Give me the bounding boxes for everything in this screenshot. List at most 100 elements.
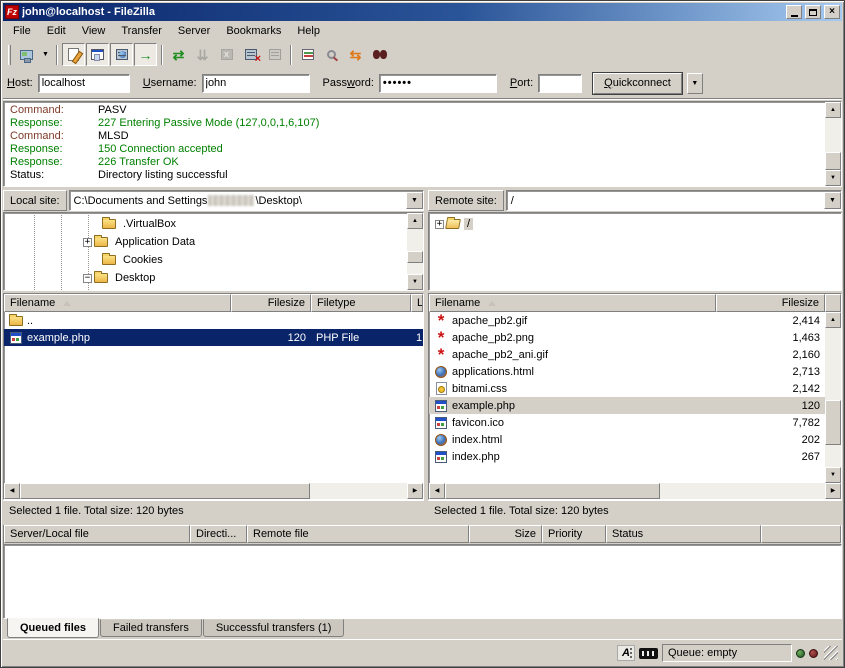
queue-column-size[interactable]: Size bbox=[469, 525, 542, 543]
reconnect-button[interactable] bbox=[263, 43, 286, 66]
remote-column-filesize[interactable]: Filesize bbox=[716, 294, 825, 312]
local-column-filesize[interactable]: Filesize bbox=[231, 294, 311, 312]
local-tree-vertical-scrollbar[interactable]: ▲ ▼ bbox=[407, 213, 423, 290]
menu-bookmarks[interactable]: Bookmarks bbox=[218, 23, 289, 39]
scroll-up-icon[interactable]: ▲ bbox=[825, 102, 841, 118]
queue-column-remote-file[interactable]: Remote file bbox=[247, 525, 469, 543]
remote-file-row[interactable]: *apache_pb2.gif 2,414 bbox=[429, 312, 825, 329]
quickconnect-button[interactable]: Quickconnect bbox=[593, 73, 682, 94]
tab-queued-files[interactable]: Queued files bbox=[7, 618, 99, 638]
remote-vertical-scrollbar[interactable]: ▲ ▼ bbox=[825, 312, 841, 483]
tree-item-root[interactable]: + / bbox=[429, 215, 841, 233]
log-text: Directory listing successful bbox=[98, 169, 228, 182]
menu-edit[interactable]: Edit bbox=[39, 23, 74, 39]
folder-icon bbox=[94, 237, 108, 247]
scroll-thumb[interactable] bbox=[445, 483, 660, 499]
remote-file-row[interactable]: *apache_pb2.png 1,463 bbox=[429, 329, 825, 346]
remote-site-dropdown-button[interactable]: ▼ bbox=[824, 192, 841, 209]
local-column-filename[interactable]: Filename bbox=[4, 294, 231, 312]
queue-column-status[interactable]: Status bbox=[606, 525, 761, 543]
queue-column-direction[interactable]: Directi... bbox=[190, 525, 247, 543]
filter-button[interactable] bbox=[296, 43, 319, 66]
scroll-thumb[interactable] bbox=[825, 400, 841, 445]
menu-file[interactable]: File bbox=[5, 23, 39, 39]
tree-item-application-data[interactable]: + Application Data bbox=[4, 233, 407, 251]
tree-item-desktop[interactable]: − Desktop bbox=[4, 269, 407, 287]
port-input[interactable] bbox=[538, 74, 582, 93]
local-file-row-example-php[interactable]: example.php 120 PHP File 1 bbox=[4, 329, 423, 346]
resize-grip[interactable] bbox=[824, 646, 838, 660]
scroll-right-icon[interactable]: ▶ bbox=[407, 483, 423, 499]
toolbar-grip[interactable] bbox=[8, 45, 11, 65]
menu-bar: File Edit View Transfer Server Bookmarks… bbox=[3, 21, 842, 41]
local-column-last-modified[interactable]: L bbox=[411, 294, 423, 312]
scroll-up-icon[interactable]: ▲ bbox=[407, 213, 423, 229]
local-column-filetype[interactable]: Filetype bbox=[311, 294, 411, 312]
scroll-left-icon[interactable]: ◀ bbox=[4, 483, 20, 499]
menu-server[interactable]: Server bbox=[170, 23, 218, 39]
collapse-minus-icon[interactable]: − bbox=[83, 274, 92, 283]
maximize-button[interactable] bbox=[805, 5, 821, 19]
remote-horizontal-scrollbar[interactable]: ◀ ▶ bbox=[429, 483, 841, 499]
scroll-left-icon[interactable]: ◀ bbox=[429, 483, 445, 499]
tab-failed-transfers[interactable]: Failed transfers bbox=[100, 619, 202, 637]
password-input[interactable] bbox=[379, 74, 497, 93]
log-vertical-scrollbar[interactable]: ▲ ▼ bbox=[825, 102, 841, 186]
scroll-down-icon[interactable]: ▼ bbox=[825, 467, 841, 483]
local-site-dropdown-button[interactable]: ▼ bbox=[406, 192, 423, 209]
remote-file-row[interactable]: applications.html 2,713 bbox=[429, 363, 825, 380]
local-horizontal-scrollbar[interactable]: ◀ ▶ bbox=[4, 483, 423, 499]
menu-transfer[interactable]: Transfer bbox=[113, 23, 170, 39]
remote-column-filename[interactable]: Filename bbox=[429, 294, 716, 312]
toggle-transfer-queue-button[interactable]: → bbox=[134, 43, 157, 66]
expand-plus-icon[interactable]: + bbox=[435, 220, 444, 229]
host-input[interactable] bbox=[38, 74, 130, 93]
scroll-down-icon[interactable]: ▼ bbox=[825, 170, 841, 186]
scroll-thumb[interactable] bbox=[20, 483, 310, 499]
menu-help[interactable]: Help bbox=[289, 23, 328, 39]
expand-plus-icon[interactable]: + bbox=[83, 238, 92, 247]
toggle-remote-tree-button[interactable] bbox=[110, 43, 133, 66]
scroll-thumb[interactable] bbox=[407, 251, 423, 263]
toggle-local-tree-button[interactable] bbox=[86, 43, 109, 66]
username-input[interactable] bbox=[202, 74, 310, 93]
cancel-button[interactable]: x bbox=[215, 43, 238, 66]
local-file-row-parent[interactable]: .. bbox=[4, 312, 423, 329]
disconnect-button[interactable]: × bbox=[239, 43, 262, 66]
minimize-button[interactable] bbox=[786, 5, 802, 19]
scroll-thumb[interactable] bbox=[825, 152, 841, 170]
log-text: 226 Transfer OK bbox=[98, 156, 179, 169]
refresh-button[interactable]: ⇄ bbox=[167, 43, 190, 66]
titlebar[interactable]: Fz john@localhost - FileZilla × bbox=[3, 3, 842, 21]
magnifier-icon bbox=[327, 50, 336, 59]
queue-column-server-local-file[interactable]: Server/Local file bbox=[4, 525, 190, 543]
process-queue-button[interactable]: ⇊ bbox=[191, 43, 214, 66]
tree-item-virtualbox[interactable]: .VirtualBox bbox=[4, 215, 407, 233]
close-button[interactable]: × bbox=[824, 5, 840, 19]
remote-file-row[interactable]: favicon.ico 7,782 bbox=[429, 414, 825, 431]
scroll-up-icon[interactable]: ▲ bbox=[825, 312, 841, 328]
directory-comparison-button[interactable] bbox=[320, 43, 343, 66]
remote-file-row[interactable]: index.php 267 bbox=[429, 448, 825, 465]
tab-successful-transfers[interactable]: Successful transfers (1) bbox=[203, 619, 345, 637]
remote-file-row[interactable]: index.html 202 bbox=[429, 431, 825, 448]
find-files-button[interactable] bbox=[368, 43, 391, 66]
scroll-down-icon[interactable]: ▼ bbox=[407, 274, 423, 290]
synchronized-browsing-button[interactable]: ⇆ bbox=[344, 43, 367, 66]
local-site-combobox[interactable]: C:\Documents and Settings\Desktop\ ▼ bbox=[69, 190, 424, 211]
red-x-icon: × bbox=[255, 54, 261, 65]
site-manager-button[interactable] bbox=[15, 43, 38, 66]
toggle-message-log-button[interactable] bbox=[62, 43, 85, 66]
scroll-right-icon[interactable]: ▶ bbox=[825, 483, 841, 499]
queue-column-priority[interactable]: Priority bbox=[542, 525, 606, 543]
remote-file-row[interactable]: bitnami.css 2,142 bbox=[429, 380, 825, 397]
tree-item-cookies[interactable]: Cookies bbox=[4, 251, 407, 269]
speed-limit-badge-icon[interactable] bbox=[639, 648, 658, 659]
remote-file-row[interactable]: *apache_pb2_ani.gif 2,160 bbox=[429, 346, 825, 363]
quickconnect-dropdown-button[interactable]: ▼ bbox=[687, 73, 703, 94]
data-type-ascii-icon[interactable]: A bbox=[617, 645, 635, 661]
remote-file-row-example-php[interactable]: example.php 120 bbox=[429, 397, 825, 414]
menu-view[interactable]: View bbox=[74, 23, 114, 39]
remote-site-combobox[interactable]: / ▼ bbox=[506, 190, 842, 211]
site-manager-dropdown-button[interactable]: ▼ bbox=[39, 43, 52, 66]
